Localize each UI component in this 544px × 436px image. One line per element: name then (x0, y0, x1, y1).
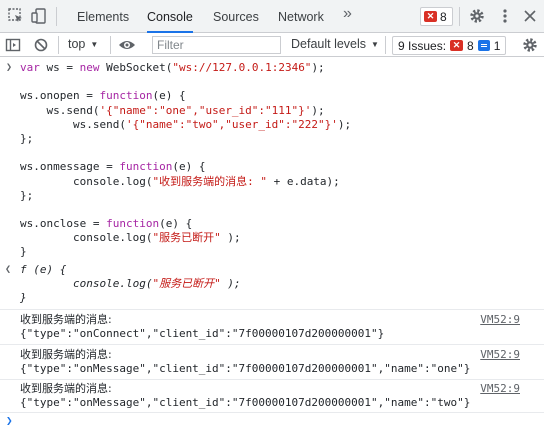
code-line: console.log("服务已断开" ); (20, 231, 241, 245)
tab-console[interactable]: Console (147, 0, 193, 33)
code-line: ws.send('{"name":"two","user_id":"222"}'… (20, 117, 352, 131)
code-line: ws.onclose = function(e) { (20, 217, 193, 231)
tab-elements[interactable]: Elements (77, 0, 129, 33)
log-levels-dropdown[interactable]: Default levels ▼ (291, 37, 379, 51)
error-icon: ✕ (450, 40, 464, 51)
string-token: "收到服务端的消息: " (152, 174, 267, 188)
error-icon: ✕ (424, 11, 437, 22)
message-divider (0, 379, 544, 380)
toolbar-divider (58, 36, 59, 54)
issues-label: 9 Issues: (398, 38, 447, 53)
inspect-element-icon[interactable] (7, 7, 25, 25)
log-message: 收到服务端的消息: {"type":"onMessage","client_id… (0, 348, 544, 376)
levels-value: Default levels (291, 37, 367, 51)
log-data: {"type":"onMessage","client_id":"7f00000… (20, 396, 471, 409)
string-token: '{"name":"one","user_id":"111"}' (99, 103, 312, 117)
javascript-context-select[interactable]: top ▼ (68, 37, 98, 51)
info-message-icon (477, 40, 490, 51)
code-line: ws.onmessage = function(e) { (20, 160, 206, 174)
log-source-link[interactable]: VM52:9 (480, 348, 520, 361)
message-divider (0, 344, 544, 345)
code-line: }; (20, 131, 34, 145)
show-sidebar-icon[interactable] (4, 36, 22, 54)
evaluation-result[interactable]: f (e) { console.log("服务已断开" );} (0, 263, 544, 306)
chevron-down-icon: ▼ (371, 40, 379, 49)
log-label: 收到服务端的消息: (20, 382, 112, 395)
chevron-down-icon: ▼ (90, 40, 99, 49)
log-source-link[interactable]: VM52:9 (480, 313, 520, 326)
error-count-badge[interactable]: ✕ 8 (420, 7, 453, 26)
console-output[interactable]: ❯ var ws = new WebSocket("ws://127.0.0.1… (0, 58, 544, 436)
clear-console-icon[interactable] (32, 36, 50, 54)
issues-info-count: 1 (493, 38, 501, 53)
keyword-token: var (20, 61, 40, 74)
issues-error-count: 8 (467, 38, 474, 53)
toolbar-divider (459, 7, 460, 26)
code-line: } (20, 245, 27, 259)
log-message: 收到服务端的消息: {"type":"onMessage","client_id… (0, 382, 544, 410)
message-divider (0, 309, 544, 310)
log-data: {"type":"onMessage","client_id":"7f00000… (20, 362, 471, 375)
error-count: 8 (440, 9, 447, 24)
result-line: f (e) { (20, 263, 67, 276)
keyword-token: new (79, 61, 100, 74)
console-settings-gear-icon[interactable] (521, 36, 539, 54)
context-value: top (68, 37, 86, 51)
log-source-link[interactable]: VM52:9 (480, 382, 520, 395)
log-label: 收到服务端的消息: (20, 348, 112, 361)
code-line: console.log("收到服务端的消息: " + e.data); (20, 174, 340, 188)
keyword-token: function (106, 217, 160, 231)
more-tabs-chevron-icon[interactable]: » (343, 5, 352, 23)
string-token: "服务已断开" (152, 277, 221, 291)
code-line: ws.onopen = function(e) { (20, 89, 186, 103)
code-line: }; (20, 188, 34, 202)
devtools-tab-bar: Elements Console Sources Network » ✕ 8 (0, 0, 544, 33)
toolbar-divider (110, 36, 111, 54)
console-prompt-chevron-icon[interactable]: ❯ (6, 414, 13, 427)
string-token: "服务已断开" (152, 231, 221, 245)
close-devtools-icon[interactable] (521, 7, 539, 25)
log-data: {"type":"onConnect","client_id":"7f00000… (20, 327, 385, 340)
settings-gear-icon[interactable] (468, 7, 486, 25)
tab-sources[interactable]: Sources (213, 0, 259, 33)
code-line: var ws = new WebSocket("ws://127.0.0.1:2… (20, 61, 325, 74)
log-label: 收到服务端的消息: (20, 313, 112, 326)
result-line: } (20, 291, 27, 305)
message-divider (0, 412, 544, 413)
console-filter-input[interactable] (152, 36, 281, 54)
keyword-token: function (119, 160, 173, 174)
more-options-kebab-icon[interactable] (496, 7, 514, 25)
string-token: '{"name":"two","user_id":"222"}' (125, 117, 338, 131)
entered-code-block: var ws = new WebSocket("ws://127.0.0.1:2… (0, 61, 544, 260)
keyword-token: function (99, 89, 153, 103)
issues-counter-button[interactable]: 9 Issues: ✕ 8 1 (392, 36, 507, 55)
tab-network[interactable]: Network (278, 0, 324, 33)
device-toolbar-icon[interactable] (30, 7, 48, 25)
result-line: console.log("服务已断开" ); (20, 277, 241, 291)
console-toolbar: top ▼ Default levels ▼ 9 Issues: ✕ 8 1 (0, 33, 544, 57)
log-message: 收到服务端的消息: {"type":"onConnect","client_id… (0, 313, 544, 341)
toolbar-divider (56, 7, 57, 26)
toolbar-divider (385, 36, 386, 54)
live-expression-eye-icon[interactable] (117, 36, 135, 54)
code-line: ws.send('{"name":"one","user_id":"111"}'… (20, 103, 325, 117)
string-token: "ws://127.0.0.1:2346" (172, 61, 312, 74)
